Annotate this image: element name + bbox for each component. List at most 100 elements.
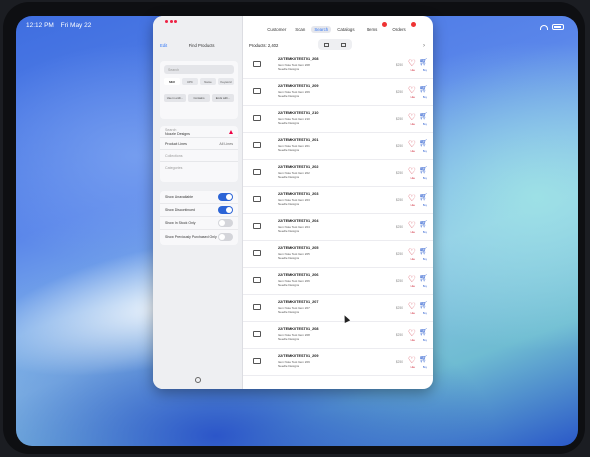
heart-icon[interactable]: ♡: [408, 59, 416, 68]
search-input[interactable]: Search: [164, 65, 234, 74]
products-count: Products: 2,402: [249, 43, 279, 48]
product-desc: Item Note Test Item 209 Needle Designs: [278, 360, 310, 368]
chip-match-0[interactable]: Use in enth...: [164, 94, 186, 102]
product-brand: Needle Designs: [278, 364, 300, 368]
product-row[interactable]: 22/TEMK0TEST01_209 Item Note Test Item 20…: [243, 349, 433, 376]
product-sku: 22/TEMK0TEST01_208: [278, 327, 319, 331]
product-row[interactable]: 22/TEMK0TEST01_204 Item Note Test Item 20…: [243, 214, 433, 241]
tab-search[interactable]: Search: [311, 26, 332, 33]
product-brand: Needle Designs: [278, 202, 300, 206]
heart-icon[interactable]: ♡: [408, 248, 416, 257]
product-desc: Item Note Test Item 204 Needle Designs: [278, 225, 310, 233]
product-desc: Item Note Test Item 207 Needle Designs: [278, 306, 310, 314]
cart-icon[interactable]: 🛒︎: [419, 167, 428, 175]
segment-name[interactable]: Name: [200, 78, 216, 85]
product-sku: 22/TEMK0TEST01_204: [278, 219, 319, 223]
battery-icon: [552, 24, 564, 30]
filter-categories[interactable]: Categories: [160, 162, 238, 174]
product-brand: Needle Designs: [278, 175, 300, 179]
image-placeholder-icon: [253, 196, 261, 202]
product-row[interactable]: 22/TEMK0TEST01_210 Item Note Test Item 21…: [243, 106, 433, 133]
tab-items-label: Items: [366, 27, 378, 32]
cart-icon[interactable]: 🛒︎: [419, 194, 428, 202]
like-label: Like: [410, 204, 415, 207]
heart-icon[interactable]: ♡: [408, 356, 416, 365]
cart-icon[interactable]: 🛒︎: [419, 221, 428, 229]
cart-icon[interactable]: 🛒︎: [419, 113, 428, 121]
window-controls[interactable]: [165, 20, 177, 23]
chip-match-2[interactable]: Ends with...: [212, 94, 234, 102]
heart-icon[interactable]: ♡: [408, 140, 416, 149]
in-stock-only-toggle[interactable]: [218, 219, 233, 227]
product-sku: 22/TEMK0TEST01_201: [278, 138, 319, 142]
filter-product-lines[interactable]: Product Lines All Lines: [160, 138, 238, 150]
cart-icon[interactable]: 🛒︎: [419, 248, 428, 256]
product-sku: 22/TEMK0TEST01_202: [278, 165, 319, 169]
cart-icon[interactable]: 🛒︎: [419, 275, 428, 283]
grid-view-icon[interactable]: [341, 42, 346, 47]
cart-icon[interactable]: 🛒︎: [419, 86, 428, 94]
show-unavailable-toggle[interactable]: [218, 193, 233, 201]
product-row[interactable]: 22/TEMK0TEST01_201 Item Note Test Item 20…: [243, 133, 433, 160]
tab-bar: Customer Scan Search Catalogs Items Orde…: [243, 22, 433, 33]
product-brand: Needle Designs: [278, 283, 300, 287]
heart-icon[interactable]: ♡: [408, 194, 416, 203]
like-label: Like: [410, 69, 415, 72]
product-desc: Item Note Test Item 203 Needle Designs: [278, 198, 310, 206]
image-placeholder-icon: [253, 88, 261, 94]
product-price: $250: [395, 171, 403, 175]
tab-customer[interactable]: Customer: [264, 26, 289, 33]
product-desc: Item Note Test Item 210 Needle Designs: [278, 117, 310, 125]
gear-icon[interactable]: [195, 377, 201, 383]
image-placeholder-icon: [253, 304, 261, 310]
cart-icon[interactable]: 🛒︎: [419, 302, 428, 310]
segment-keyword[interactable]: Keyword: [218, 78, 234, 85]
filter-collections[interactable]: Collections: [160, 150, 238, 162]
list-view-icon[interactable]: [324, 42, 329, 47]
tab-orders[interactable]: Orders: [386, 22, 416, 33]
search-type-segment: SKU UPC Name Keyword: [164, 78, 234, 85]
sidebar-title: Find Products: [188, 43, 215, 48]
status-time: 12:12 PM: [26, 22, 54, 29]
cart-icon[interactable]: 🛒︎: [419, 140, 428, 148]
product-price: $250: [395, 252, 403, 256]
heart-icon[interactable]: ♡: [408, 275, 416, 284]
product-row[interactable]: 22/TEMK0TEST01_202 Item Note Test Item 20…: [243, 160, 433, 187]
product-row[interactable]: 22/TEMK0TEST01_203 Item Note Test Item 20…: [243, 187, 433, 214]
product-row[interactable]: 22/TEMK0TEST01_206 Item Note Test Item 20…: [243, 268, 433, 295]
heart-icon[interactable]: ♡: [408, 329, 416, 338]
tab-items[interactable]: Items: [361, 22, 388, 33]
tab-scan[interactable]: Scan: [292, 26, 308, 33]
buy-label: Buy: [422, 339, 427, 342]
heart-icon[interactable]: ♡: [408, 302, 416, 311]
cart-icon[interactable]: 🛒︎: [419, 59, 428, 67]
heart-icon[interactable]: ♡: [408, 221, 416, 230]
product-row[interactable]: 22/TEMK0TEST01_208 Item Note Test Item 20…: [243, 52, 433, 79]
cart-icon[interactable]: 🛒︎: [419, 329, 428, 337]
buy-label: Buy: [422, 177, 427, 180]
product-sku: 22/TEMK0TEST01_209: [278, 354, 319, 358]
chevron-right-icon[interactable]: ›: [423, 43, 425, 49]
chip-match-1[interactable]: Contains: [188, 94, 210, 102]
heart-icon[interactable]: ♡: [408, 86, 416, 95]
edit-button[interactable]: Edit: [160, 43, 167, 48]
product-row[interactable]: 22/TEMK0TEST01_207 Item Note Test Item 20…: [243, 295, 433, 322]
segment-upc[interactable]: UPC: [182, 78, 198, 85]
cart-icon[interactable]: 🛒︎: [419, 356, 428, 364]
product-row[interactable]: 22/TEMK0TEST01_208 Item Note Test Item 20…: [243, 322, 433, 349]
filter-search-brand[interactable]: Search Nozzle Designs: [160, 126, 238, 138]
segment-sku[interactable]: SKU: [164, 78, 180, 85]
product-desc: Item Note Test Item 208 Needle Designs: [278, 63, 310, 71]
filter-label: Product Lines: [165, 141, 187, 146]
tab-catalogs[interactable]: Catalogs: [334, 26, 357, 33]
product-row[interactable]: 22/TEMK0TEST01_209 Item Note Test Item 20…: [243, 79, 433, 106]
product-row[interactable]: 22/TEMK0TEST01_205 Item Note Test Item 20…: [243, 241, 433, 268]
heart-icon[interactable]: ♡: [408, 167, 416, 176]
filter-label: Categories: [165, 166, 183, 170]
like-label: Like: [410, 231, 415, 234]
product-desc: Item Note Test Item 209 Needle Designs: [278, 90, 310, 98]
product-sku: 22/TEMK0TEST01_206: [278, 273, 319, 277]
purchased-only-toggle[interactable]: [218, 232, 233, 241]
show-discontinued-toggle[interactable]: [218, 206, 233, 214]
heart-icon[interactable]: ♡: [408, 113, 416, 122]
